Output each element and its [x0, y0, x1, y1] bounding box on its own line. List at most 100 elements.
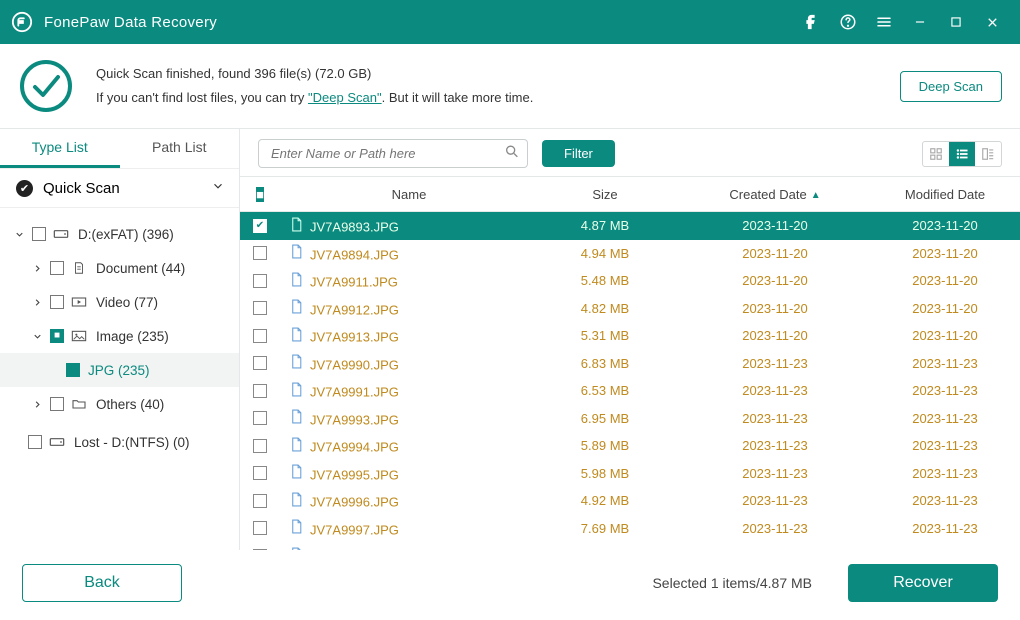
row-checkbox[interactable]: [253, 466, 267, 480]
deep-scan-button[interactable]: Deep Scan: [900, 71, 1002, 102]
help-icon[interactable]: [830, 0, 866, 44]
tree: D:(exFAT) (396) Document (44) Video (77)…: [0, 208, 239, 550]
row-checkbox[interactable]: [253, 411, 267, 425]
file-name: JV7A9990.JPG: [280, 355, 530, 373]
row-checkbox[interactable]: ✔: [253, 219, 267, 233]
status-file-count: 396: [254, 66, 276, 81]
column-modified[interactable]: Modified Date: [870, 187, 1020, 202]
checkbox[interactable]: ■: [50, 329, 64, 343]
tree-image[interactable]: ■ Image (235): [0, 319, 239, 353]
file-name: JV7A9911.JPG: [280, 272, 530, 290]
table-row[interactable]: JV7A9995.JPG5.98 MB2023-11-232023-11-23: [240, 460, 1020, 488]
file-modified: 2023-11-23: [870, 411, 1020, 426]
search-icon[interactable]: [504, 143, 520, 164]
checkbox[interactable]: [32, 227, 46, 241]
row-checkbox[interactable]: [253, 439, 267, 453]
tab-type-list[interactable]: Type List: [0, 129, 120, 168]
file-icon: [288, 410, 304, 424]
checkbox[interactable]: [50, 295, 64, 309]
table-row[interactable]: JV7A9993.JPG6.95 MB2023-11-232023-11-23: [240, 405, 1020, 433]
file-name: JV7A9913.JPG: [280, 327, 530, 345]
quick-scan-section[interactable]: ✔ Quick Scan: [0, 168, 239, 208]
tree-drive[interactable]: D:(exFAT) (396): [0, 217, 239, 251]
tab-path-list[interactable]: Path List: [120, 129, 240, 168]
table-row[interactable]: JV7A9894.JPG4.94 MB2023-11-202023-11-20: [240, 240, 1020, 268]
chevron-right-icon: [30, 399, 44, 410]
table-row[interactable]: JV7A9991.JPG6.53 MB2023-11-232023-11-23: [240, 377, 1020, 405]
table-row[interactable]: JV7A9913.JPG5.31 MB2023-11-202023-11-20: [240, 322, 1020, 350]
column-name[interactable]: Name: [280, 187, 530, 202]
folder-icon: [70, 397, 88, 411]
row-checkbox[interactable]: [253, 384, 267, 398]
file-created: 2023-11-23: [680, 493, 870, 508]
file-created: 2023-11-23: [680, 466, 870, 481]
file-name: JV7A9997.JPG: [280, 520, 530, 538]
tree-others[interactable]: Others (40): [0, 387, 239, 421]
row-checkbox[interactable]: [253, 274, 267, 288]
titlebar: FonePaw Data Recovery: [0, 0, 1020, 44]
tree-document[interactable]: Document (44): [0, 251, 239, 285]
app-title: FonePaw Data Recovery: [44, 14, 217, 31]
checkbox[interactable]: [28, 435, 42, 449]
select-all-checkbox[interactable]: ■: [256, 187, 264, 202]
chevron-down-icon: [211, 179, 225, 197]
row-checkbox[interactable]: [253, 494, 267, 508]
minimize-button[interactable]: [902, 0, 938, 44]
file-modified: 2023-11-20: [870, 301, 1020, 316]
sort-asc-icon: ▲: [811, 190, 821, 201]
row-checkbox[interactable]: [253, 521, 267, 535]
view-detail-button[interactable]: [975, 142, 1001, 166]
table-row[interactable]: JV7A9998.JPG6.16 MB2023-11-232023-11-23: [240, 542, 1020, 550]
table-row[interactable]: ✔JV7A9893.JPG4.87 MB2023-11-202023-11-20: [240, 212, 1020, 240]
view-list-button[interactable]: [949, 142, 975, 166]
file-name: JV7A9995.JPG: [280, 465, 530, 483]
close-button[interactable]: [974, 0, 1010, 44]
document-icon: [70, 261, 88, 275]
search-input[interactable]: [258, 139, 528, 168]
table-row[interactable]: JV7A9911.JPG5.48 MB2023-11-202023-11-20: [240, 267, 1020, 295]
tree-lost-drive[interactable]: Lost - D:(NTFS) (0): [0, 425, 239, 459]
file-name: JV7A9991.JPG: [280, 382, 530, 400]
view-grid-button[interactable]: [923, 142, 949, 166]
menu-icon[interactable]: [866, 0, 902, 44]
tree-jpg[interactable]: ■ JPG (235): [0, 353, 239, 387]
column-size[interactable]: Size: [530, 187, 680, 202]
footer: Back Selected 1 items/4.87 MB Recover: [0, 550, 1020, 620]
file-modified: 2023-11-23: [870, 383, 1020, 398]
table-row[interactable]: JV7A9990.JPG6.83 MB2023-11-232023-11-23: [240, 350, 1020, 378]
row-checkbox[interactable]: [253, 246, 267, 260]
file-size: 4.82 MB: [530, 301, 680, 316]
file-created: 2023-11-20: [680, 246, 870, 261]
column-created[interactable]: Created Date▲: [680, 187, 870, 202]
tree-video[interactable]: Video (77): [0, 285, 239, 319]
chevron-right-icon: [30, 263, 44, 274]
file-size: 4.94 MB: [530, 246, 680, 261]
checkbox[interactable]: [50, 397, 64, 411]
maximize-button[interactable]: [938, 0, 974, 44]
row-checkbox[interactable]: [253, 301, 267, 315]
row-checkbox[interactable]: [253, 356, 267, 370]
file-created: 2023-11-23: [680, 411, 870, 426]
facebook-icon[interactable]: [794, 0, 830, 44]
checkbox[interactable]: ■: [66, 363, 80, 377]
status-text: Quick Scan finished, found: [96, 66, 254, 81]
filter-button[interactable]: Filter: [542, 140, 615, 167]
file-name: JV7A9996.JPG: [280, 492, 530, 510]
table-row[interactable]: JV7A9912.JPG4.82 MB2023-11-202023-11-20: [240, 295, 1020, 323]
table-row[interactable]: JV7A9994.JPG5.89 MB2023-11-232023-11-23: [240, 432, 1020, 460]
drive-icon: [48, 435, 66, 449]
checkbox[interactable]: [50, 261, 64, 275]
table-row[interactable]: JV7A9997.JPG7.69 MB2023-11-232023-11-23: [240, 515, 1020, 543]
back-button[interactable]: Back: [22, 564, 182, 602]
file-created: 2023-11-23: [680, 548, 870, 550]
image-icon: [70, 329, 88, 343]
recover-button[interactable]: Recover: [848, 564, 998, 602]
deep-scan-link[interactable]: "Deep Scan": [308, 90, 382, 105]
file-modified: 2023-11-23: [870, 438, 1020, 453]
row-checkbox[interactable]: [253, 329, 267, 343]
file-size: 5.48 MB: [530, 273, 680, 288]
file-rows[interactable]: ✔JV7A9893.JPG4.87 MB2023-11-202023-11-20…: [240, 212, 1020, 550]
table-row[interactable]: JV7A9996.JPG4.92 MB2023-11-232023-11-23: [240, 487, 1020, 515]
file-name: JV7A9994.JPG: [280, 437, 530, 455]
file-modified: 2023-11-20: [870, 218, 1020, 233]
